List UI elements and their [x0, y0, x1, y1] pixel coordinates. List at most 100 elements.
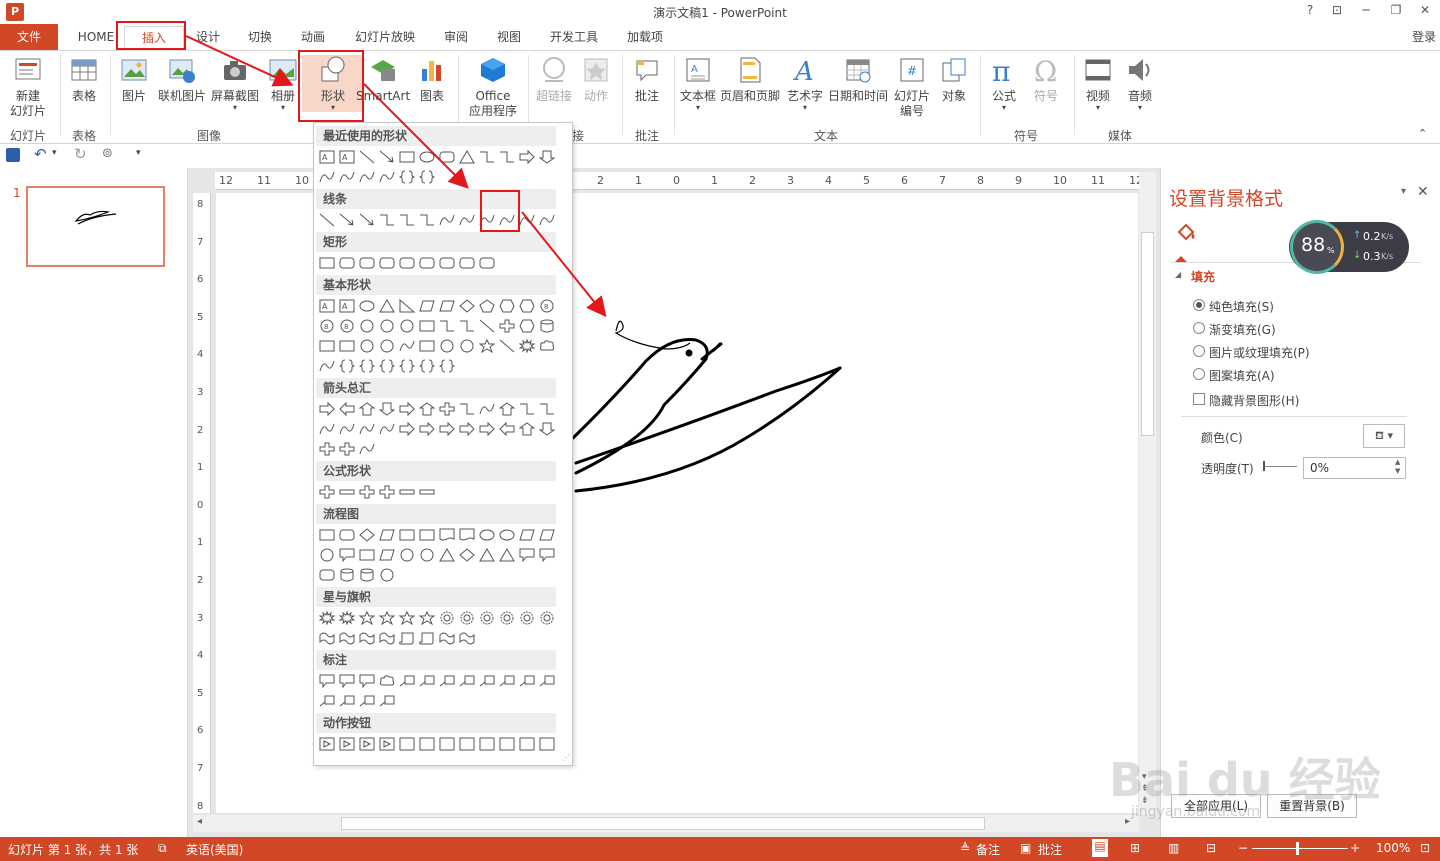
gear-shape-icon[interactable]: [437, 609, 457, 627]
zoom-slider[interactable]: [1252, 848, 1348, 849]
comments-button[interactable]: 批注: [1038, 841, 1062, 858]
tab-review[interactable]: 审阅: [436, 28, 476, 48]
horizontal-scroll-thumb[interactable]: [341, 817, 985, 830]
star-shape-icon[interactable]: [397, 609, 417, 627]
num-shape-icon[interactable]: 8: [337, 317, 357, 335]
equation-button[interactable]: π 公式 ▾: [984, 55, 1024, 112]
transparency-slider-handle[interactable]: [1263, 461, 1265, 471]
diamond-shape-icon[interactable]: [457, 546, 477, 564]
elbow-shape-icon[interactable]: [517, 400, 537, 418]
curve-shape-icon[interactable]: [397, 337, 417, 355]
uarrow-shape-icon[interactable]: [517, 420, 537, 438]
text-shape-icon[interactable]: A: [317, 297, 337, 315]
brace-shape-icon[interactable]: [417, 168, 437, 186]
rrect-shape-icon[interactable]: [397, 254, 417, 272]
hide-bg-checkbox[interactable]: [1193, 393, 1205, 405]
picture-fill-label[interactable]: 图片或纹理填充(P): [1209, 344, 1310, 361]
slide-thumbnail[interactable]: [26, 186, 165, 267]
burst-shape-icon[interactable]: [517, 337, 537, 355]
btnb-shape-icon[interactable]: [537, 735, 557, 753]
reading-view-icon[interactable]: ▥: [1168, 841, 1179, 855]
uarrow-shape-icon[interactable]: [497, 400, 517, 418]
rect-shape-icon[interactable]: [317, 337, 337, 355]
curve-line-shape[interactable]: [614, 320, 691, 350]
audio-button[interactable]: 音频 ▾: [1120, 55, 1160, 112]
curve-shape-icon[interactable]: [337, 168, 357, 186]
doc-shape-icon[interactable]: [437, 526, 457, 544]
oval-shape-icon[interactable]: [357, 297, 377, 315]
rect-shape-icon[interactable]: [357, 546, 377, 564]
text-shape-icon[interactable]: A: [337, 148, 357, 166]
gear-shape-icon[interactable]: [497, 609, 517, 627]
callout2-shape-icon[interactable]: [517, 672, 537, 690]
para-shape-icon[interactable]: [537, 526, 557, 544]
tri-shape-icon[interactable]: [437, 546, 457, 564]
smartart-button[interactable]: SmartArt: [356, 55, 410, 104]
hex-shape-icon[interactable]: [497, 297, 517, 315]
circle-shape-icon[interactable]: [397, 546, 417, 564]
star-shape-icon[interactable]: [477, 337, 497, 355]
doc-shape-icon[interactable]: [457, 526, 477, 544]
curve-shape-icon[interactable]: [317, 420, 337, 438]
para-shape-icon[interactable]: [377, 546, 397, 564]
curve-shape-icon[interactable]: [377, 168, 397, 186]
textbox-dropdown-icon[interactable]: ▾: [678, 104, 718, 112]
rect-shape-icon[interactable]: [417, 337, 437, 355]
resize-grip-icon[interactable]: ⋰: [562, 753, 570, 762]
plus-shape-icon[interactable]: [337, 440, 357, 458]
fill-section-header[interactable]: 填充: [1191, 268, 1215, 285]
wordart-dropdown-icon[interactable]: ▾: [784, 104, 826, 112]
wave-shape-icon[interactable]: [357, 629, 377, 647]
minus-shape-icon[interactable]: [397, 483, 417, 501]
text-shape-icon[interactable]: A: [337, 297, 357, 315]
new-slide-button[interactable]: 新建 幻灯片: [4, 55, 52, 119]
curve-shape-icon[interactable]: [317, 357, 337, 375]
fit-slide-icon[interactable]: ⊡: [1420, 841, 1430, 855]
solid-fill-label[interactable]: 纯色填充(S): [1209, 298, 1274, 315]
para-shape-icon[interactable]: [437, 297, 457, 315]
transparency-spinner-icon[interactable]: ▲ ▼: [1395, 458, 1400, 476]
plus-shape-icon[interactable]: [497, 317, 517, 335]
transparency-slider[interactable]: [1263, 466, 1297, 467]
textbox-button[interactable]: A 文本框 ▾: [678, 55, 718, 112]
uarrow-shape-icon[interactable]: [417, 400, 437, 418]
para-shape-icon[interactable]: [377, 526, 397, 544]
diamond-shape-icon[interactable]: [357, 526, 377, 544]
elbow-shape-icon[interactable]: [497, 148, 517, 166]
darrow-shape-icon[interactable]: [537, 420, 557, 438]
circle-shape-icon[interactable]: [377, 337, 397, 355]
curve-shape-icon[interactable]: [477, 400, 497, 418]
wave-shape-icon[interactable]: [377, 629, 397, 647]
cyl-shape-icon[interactable]: [337, 566, 357, 584]
line-shape-icon[interactable]: [497, 337, 517, 355]
picture-fill-radio[interactable]: [1193, 345, 1205, 357]
star-shape-icon[interactable]: [417, 609, 437, 627]
rrect-shape-icon[interactable]: [337, 526, 357, 544]
login-link[interactable]: 登录: [1408, 28, 1440, 48]
wave-shape-icon[interactable]: [437, 629, 457, 647]
plus-shape-icon[interactable]: [357, 483, 377, 501]
collapse-ribbon-icon[interactable]: ⌃: [1418, 127, 1427, 140]
btnb-shape-icon[interactable]: [457, 735, 477, 753]
elbow-shape-icon[interactable]: [457, 317, 477, 335]
line-shape-icon[interactable]: [477, 317, 497, 335]
rrect-shape-icon[interactable]: [457, 254, 477, 272]
burst-shape-icon[interactable]: [337, 609, 357, 627]
wordart-button[interactable]: A 艺术字 ▾: [784, 55, 826, 112]
cyl-shape-icon[interactable]: [537, 317, 557, 335]
star-shape-icon[interactable]: [377, 609, 397, 627]
rrect-shape-icon[interactable]: [377, 254, 397, 272]
callout2-shape-icon[interactable]: [437, 672, 457, 690]
comment-button[interactable]: 批注: [628, 55, 666, 104]
elbow-shape-icon[interactable]: [417, 211, 437, 229]
para-shape-icon[interactable]: [417, 297, 437, 315]
screenshot-dropdown-icon[interactable]: ▾: [208, 104, 262, 112]
header-footer-button[interactable]: 页眉和页脚: [718, 55, 782, 104]
notes-icon[interactable]: ≜: [960, 841, 970, 855]
btn-shape-icon[interactable]: [317, 735, 337, 753]
vertical-scroll-thumb[interactable]: [1141, 232, 1154, 436]
gear-shape-icon[interactable]: [457, 609, 477, 627]
rect-shape-icon[interactable]: [417, 526, 437, 544]
rrect-shape-icon[interactable]: [437, 254, 457, 272]
gradient-fill-radio[interactable]: [1193, 322, 1205, 334]
